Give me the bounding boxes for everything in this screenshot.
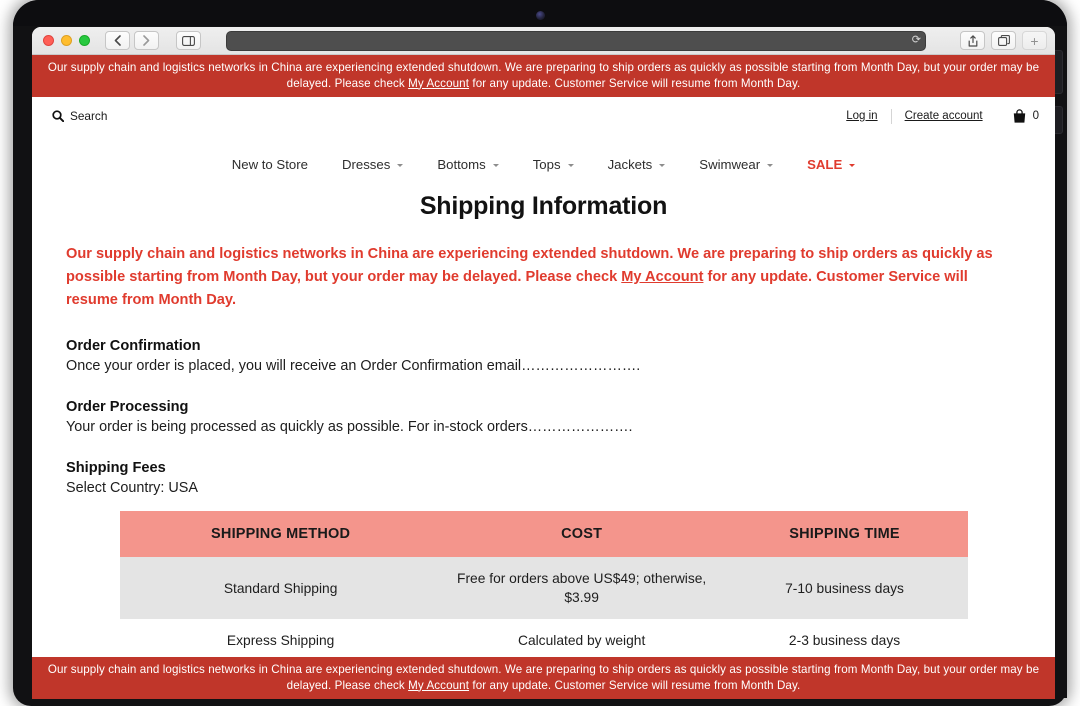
cell-time: 7-10 business days: [721, 557, 968, 619]
toolbar-right-actions: +: [960, 31, 1047, 50]
search-button[interactable]: Search: [52, 109, 107, 123]
column-cost: COST: [441, 511, 722, 557]
table-row: Standard Shipping Free for orders above …: [119, 557, 968, 619]
nav-label: Tops: [532, 157, 561, 172]
announcement-text-after: for any update. Customer Service will re…: [469, 678, 801, 692]
chevron-down-icon: [767, 164, 774, 167]
table-body: Standard Shipping Free for orders above …: [119, 557, 968, 662]
my-account-link-top[interactable]: My Account: [408, 77, 469, 90]
section-body: Your order is being processed as quickly…: [66, 419, 633, 435]
reload-icon[interactable]: ⟳: [912, 35, 921, 46]
main-content: Shipping Information Our supply chain an…: [32, 192, 1055, 662]
section-heading: Order Confirmation: [66, 338, 201, 354]
cell-cost: Free for orders above US$49; otherwise, …: [441, 557, 722, 619]
column-shipping-method: SHIPPING METHOD: [119, 511, 442, 557]
maximize-window-button[interactable]: [79, 35, 90, 46]
nav-item-jackets[interactable]: Jackets: [591, 157, 683, 172]
webpage-viewport: Our supply chain and logistics networks …: [32, 55, 1055, 699]
column-shipping-time: SHIPPING TIME: [721, 511, 968, 557]
navigation-buttons: [105, 31, 159, 50]
top-announcement-banner: Our supply chain and logistics networks …: [32, 55, 1055, 97]
section-heading: Order Processing: [66, 399, 189, 415]
sidebar-icon: [182, 35, 195, 46]
nav-item-swimwear[interactable]: Swimwear: [682, 157, 790, 172]
nav-item-tops[interactable]: Tops: [516, 157, 591, 172]
cart-count: 0: [1032, 110, 1039, 122]
cell-method: Standard Shipping: [119, 557, 442, 619]
browser-window: ⟳ + Our supply chain and logistics netwo…: [32, 27, 1055, 699]
sidebar-toggle-button[interactable]: [176, 31, 201, 50]
log-in-link[interactable]: Log in: [833, 110, 890, 122]
new-tab-label: +: [1030, 32, 1039, 49]
select-country-line: Select Country: USA: [66, 480, 198, 496]
bottom-announcement-banner: Our supply chain and logistics networks …: [32, 657, 1055, 699]
announcement-text-after: for any update. Customer Service will re…: [469, 76, 801, 90]
cell-time: 2-3 business days: [721, 619, 968, 662]
forward-button[interactable]: [134, 31, 159, 50]
chevron-down-icon: [567, 164, 574, 167]
nav-label: Jackets: [607, 157, 653, 172]
search-icon: [52, 110, 64, 122]
section-heading: Shipping Fees: [66, 460, 166, 476]
my-account-link-body[interactable]: My Account: [621, 269, 703, 285]
tab-overview-icon: [997, 35, 1010, 46]
nav-label: Swimwear: [699, 157, 761, 172]
share-icon: [968, 34, 977, 47]
chevron-down-icon: [492, 164, 499, 167]
cell-method: Express Shipping: [119, 619, 442, 662]
table-header-row: SHIPPING METHOD COST SHIPPING TIME: [119, 511, 968, 557]
tab-overview-button[interactable]: [991, 31, 1016, 50]
my-account-link-bottom[interactable]: My Account: [408, 679, 469, 692]
minimize-window-button[interactable]: [61, 35, 72, 46]
address-bar[interactable]: ⟳: [226, 30, 926, 51]
back-button[interactable]: [105, 31, 130, 50]
nav-item-sale[interactable]: SALE: [790, 157, 872, 172]
nav-label: SALE: [807, 157, 843, 172]
nav-label: New to Store: [231, 157, 308, 172]
cell-cost: Calculated by weight: [441, 619, 722, 662]
webcam-icon: [536, 11, 545, 20]
chevron-down-icon: [849, 164, 856, 167]
chevron-down-icon: [397, 164, 404, 167]
browser-toolbar: ⟳ +: [32, 27, 1055, 55]
section-shipping-fees: Shipping Fees Select Country: USA SHIPPI…: [66, 460, 1021, 662]
table-row: Express Shipping Calculated by weight 2-…: [119, 619, 968, 662]
shipping-fees-table: SHIPPING METHOD COST SHIPPING TIME Stand…: [119, 511, 968, 662]
header-account-actions: Log in Create account 0: [833, 108, 1039, 124]
nav-item-dresses[interactable]: Dresses: [325, 157, 420, 172]
nav-item-bottoms[interactable]: Bottoms: [420, 157, 515, 172]
nav-label: Bottoms: [437, 157, 486, 172]
nav-label: Dresses: [341, 157, 391, 172]
chevron-right-icon: [143, 35, 150, 46]
shipping-alert-message: Our supply chain and logistics networks …: [66, 243, 1021, 312]
laptop-device-frame: ⟳ + Our supply chain and logistics netwo…: [13, 0, 1067, 706]
section-body: Once your order is placed, you will rece…: [66, 358, 641, 374]
section-order-processing: Order Processing Your order is being pro…: [66, 399, 1021, 438]
cart-button[interactable]: 0: [996, 108, 1039, 124]
close-window-button[interactable]: [43, 35, 54, 46]
device-top-bezel: [13, 0, 1067, 26]
table-header: SHIPPING METHOD COST SHIPPING TIME: [119, 511, 968, 557]
new-tab-button[interactable]: +: [1022, 31, 1047, 50]
chevron-down-icon: [659, 164, 666, 167]
chevron-left-icon: [114, 35, 121, 46]
share-button[interactable]: [960, 31, 985, 50]
page-title: Shipping Information: [419, 192, 668, 220]
nav-item-new-to-store[interactable]: New to Store: [215, 157, 325, 172]
shopping-bag-icon: [1013, 108, 1025, 123]
search-label: Search: [70, 109, 108, 123]
store-header: Search Log in Create account 0: [32, 97, 1055, 135]
primary-navigation: New to Store Dresses Bottoms Tops Jacket…: [32, 135, 1055, 186]
window-controls: [43, 35, 90, 46]
section-order-confirmation: Order Confirmation Once your order is pl…: [66, 338, 1021, 377]
create-account-link[interactable]: Create account: [892, 110, 996, 122]
